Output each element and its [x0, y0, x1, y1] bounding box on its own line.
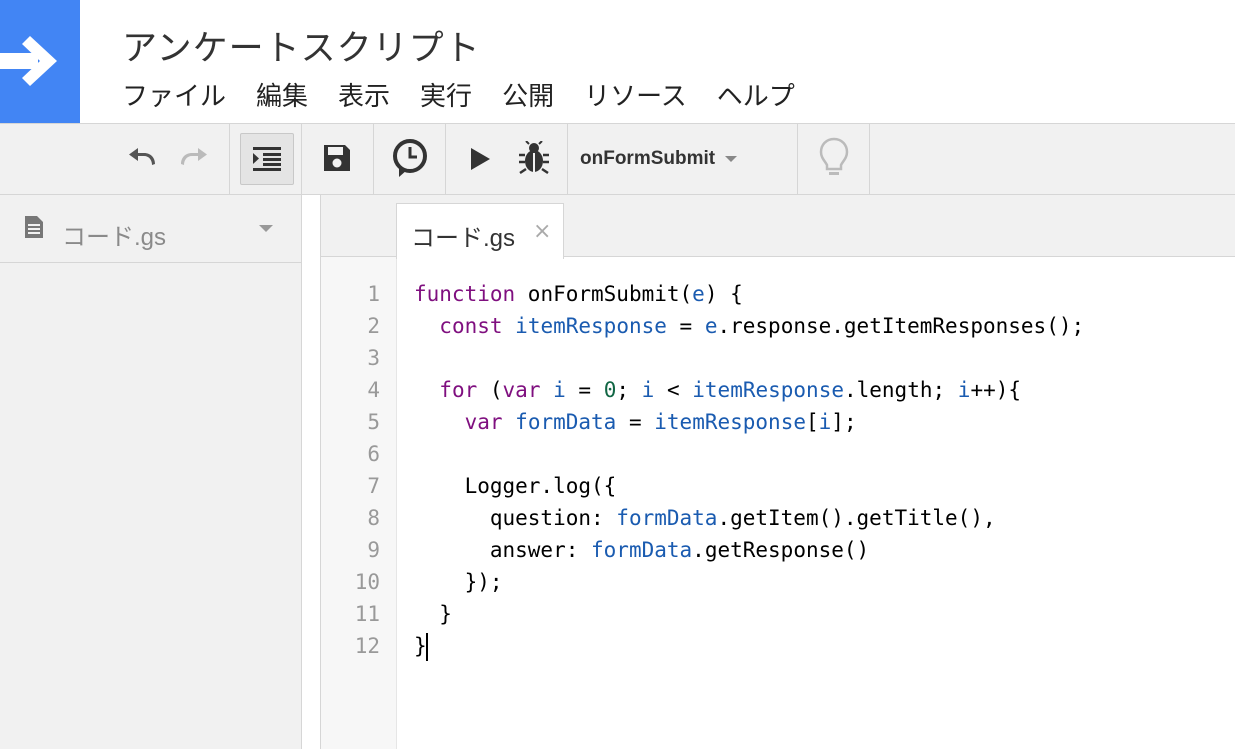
line-number: 10 — [354, 570, 380, 594]
function-select-label: onFormSubmit — [580, 148, 716, 169]
save-icon — [324, 145, 350, 171]
line-number: 7 — [367, 474, 380, 498]
line-number: 4 — [367, 378, 380, 402]
code-line: for (var i = 0; i < itemResponse.length;… — [439, 378, 1022, 402]
code-line: }); — [414, 570, 503, 594]
file-menu-chevron-icon[interactable] — [259, 225, 273, 232]
code-line: answer: formData.getResponse() — [414, 538, 870, 562]
menu-help[interactable]: ヘルプ — [717, 76, 795, 113]
code-editor[interactable]: 1 2 3 4 5 6 7 8 9 10 11 12 function onFo… — [321, 256, 1235, 749]
file-icon — [25, 216, 43, 238]
code-line: } — [414, 634, 427, 658]
code-line: function onFormSubmit(e) { — [414, 282, 743, 306]
chevron-down-icon — [725, 156, 738, 162]
indent-button[interactable] — [240, 133, 294, 185]
menu-view[interactable]: 表示 — [338, 76, 390, 113]
line-number: 2 — [367, 314, 380, 338]
file-name: コード.gs — [62, 224, 167, 251]
redo-icon — [181, 148, 207, 165]
save-button[interactable] — [317, 138, 357, 178]
triggers-icon — [393, 139, 427, 177]
project-title[interactable]: アンケートスクリプト — [122, 20, 481, 71]
close-icon[interactable]: × — [533, 219, 551, 244]
line-number: 5 — [367, 410, 380, 434]
file-sidebar: コード.gs — [0, 195, 302, 749]
tab-code-gs[interactable]: コード.gs × — [396, 203, 564, 259]
text-cursor — [426, 633, 428, 661]
code-line: var formData = itemResponse[i]; — [464, 410, 857, 434]
run-button[interactable] — [462, 141, 498, 177]
code-line: const itemResponse = e.response.getItemR… — [439, 314, 1085, 338]
indent-icon — [253, 147, 281, 171]
code-line: } — [414, 602, 452, 626]
triggers-button[interactable] — [388, 136, 432, 180]
debug-icon — [519, 141, 549, 175]
undo-icon — [129, 148, 155, 165]
redo-button[interactable] — [174, 141, 214, 177]
menu-resources[interactable]: リソース — [584, 76, 687, 113]
file-item[interactable]: コード.gs — [0, 195, 301, 263]
line-number: 12 — [354, 634, 380, 658]
lightbulb-icon — [819, 137, 849, 175]
menu-bar: ファイル 編集 表示 実行 公開 リソース ヘルプ — [122, 76, 825, 113]
tab-label: コード.gs — [411, 225, 516, 252]
menu-run[interactable]: 実行 — [420, 76, 472, 113]
menu-file[interactable]: ファイル — [122, 76, 226, 113]
run-icon — [471, 148, 490, 170]
line-number-gutter: 1 2 3 4 5 6 7 8 9 10 11 12 — [321, 257, 397, 749]
code-line: Logger.log({ — [414, 474, 617, 498]
code-line: question: formData.getItem().getTitle(), — [414, 506, 996, 530]
line-number: 6 — [367, 442, 380, 466]
arrow-right-icon — [0, 36, 57, 86]
apps-script-logo[interactable] — [0, 0, 80, 123]
line-number: 11 — [354, 602, 380, 626]
line-number: 9 — [367, 538, 380, 562]
menu-edit[interactable]: 編集 — [256, 76, 308, 113]
line-number: 8 — [367, 506, 380, 530]
function-select[interactable]: onFormSubmit — [580, 124, 738, 194]
toolbar: onFormSubmit — [0, 123, 1235, 195]
menu-publish[interactable]: 公開 — [502, 76, 554, 113]
lightbulb-button[interactable] — [812, 134, 856, 182]
line-number: 1 — [367, 282, 380, 306]
debug-button[interactable] — [514, 138, 554, 178]
line-number: 3 — [367, 346, 380, 370]
undo-button[interactable] — [122, 141, 162, 177]
